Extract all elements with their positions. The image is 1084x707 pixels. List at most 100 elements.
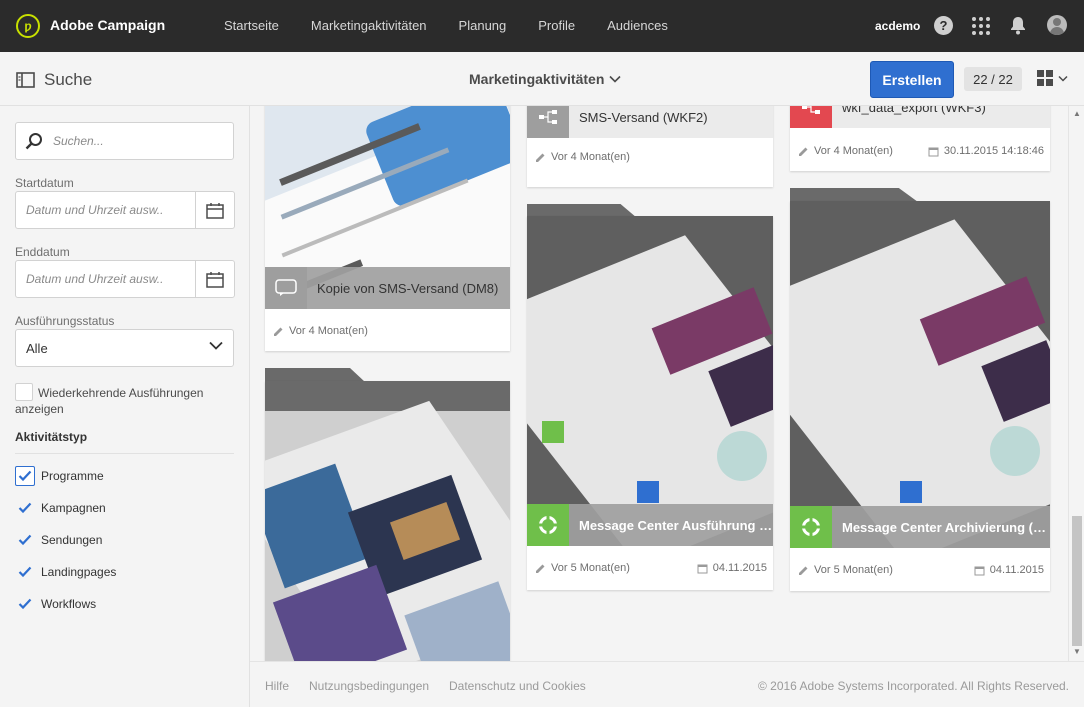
nav-audiences[interactable]: Audiences	[607, 18, 668, 33]
action-bar: Suche Marketingaktivitäten Erstellen 22 …	[0, 52, 1084, 106]
checkmark-icon	[18, 566, 32, 578]
pencil-icon	[799, 147, 808, 156]
notifications-bell-icon[interactable]	[1010, 16, 1026, 40]
activity-card[interactable]: SMS-Versand (WKF2) Vor 4 Monat(en)	[527, 106, 773, 187]
search-panel-toggle[interactable]: Suche	[16, 70, 92, 90]
type-label: Landingpages	[41, 565, 117, 579]
type-filter-sendungen[interactable]: Sendungen	[15, 530, 102, 550]
search-panel-label: Suche	[44, 70, 93, 89]
activity-card[interactable]: Message Center Ausführung (... Vor 5 Mon…	[527, 216, 773, 590]
activity-card[interactable]: wkf_data_export (WKF3) Vor 4 Monat(en) 3…	[790, 106, 1050, 171]
calendar-icon	[697, 564, 708, 573]
nav-startseite[interactable]: Startseite	[224, 18, 279, 33]
card-date: 30.11.2015 14:18:46	[928, 145, 1044, 157]
context-title: Marketingaktivitäten	[469, 71, 605, 87]
card-title: SMS-Versand (WKF2)	[579, 109, 708, 125]
calendar-icon	[206, 202, 224, 219]
help-icon[interactable]: ?	[934, 16, 953, 35]
apps-grid-icon[interactable]	[972, 17, 990, 35]
card-folder-tab	[265, 368, 365, 382]
recurring-checkbox-row[interactable]: Wiederkehrende Ausführungen anzeigen	[15, 383, 235, 417]
adobe-campaign-logo-icon[interactable]: ƿ	[16, 14, 40, 38]
recurring-checkbox[interactable]	[15, 383, 33, 401]
card-title-bar: Kopie von SMS-Versand (DM8)	[265, 267, 510, 309]
card-title-bar: Message Center Archivierung (m...	[790, 506, 1050, 548]
type-filter-landingpages[interactable]: Landingpages	[15, 562, 116, 582]
status-select[interactable]: Alle	[15, 329, 234, 367]
end-date-label: Enddatum	[15, 245, 70, 259]
pencil-icon	[536, 153, 545, 162]
card-modified: Vor 4 Monat(en)	[551, 151, 630, 163]
checkbox-checked[interactable]	[15, 594, 35, 614]
grid-view-icon	[1037, 70, 1053, 86]
scroll-thumb[interactable]	[1072, 516, 1082, 646]
view-switch[interactable]	[1036, 69, 1068, 87]
card-title: wkf_data_export (WKF3)	[842, 106, 986, 115]
content-scrollbar[interactable]: ▲ ▼	[1068, 106, 1084, 661]
checkbox-checked[interactable]	[15, 498, 35, 518]
card-date: 04.11.2015	[697, 562, 767, 574]
type-filter-programme[interactable]: Programme	[15, 466, 104, 486]
context-selector[interactable]: Marketingaktivitäten	[469, 71, 621, 87]
type-filter-kampagnen[interactable]: Kampagnen	[15, 498, 106, 518]
status-label: Ausführungsstatus	[15, 314, 115, 328]
card-meta: Vor 4 Monat(en)	[265, 312, 510, 350]
card-title: Message Center Ausführung (...	[579, 517, 773, 533]
start-date-picker-button[interactable]	[195, 191, 235, 229]
app-title[interactable]: Adobe Campaign	[50, 17, 165, 33]
calendar-icon	[206, 271, 224, 288]
workflow-icon	[790, 106, 832, 128]
footer-link-help[interactable]: Hilfe	[265, 679, 289, 693]
scroll-down-arrow-icon[interactable]: ▼	[1073, 647, 1081, 656]
checkbox-checked[interactable]	[15, 562, 35, 582]
chevron-down-icon	[209, 341, 223, 350]
start-date-input[interactable]: Datum und Uhrzeit ausw..	[15, 191, 196, 229]
footer-link-privacy[interactable]: Datenschutz und Cookies	[449, 679, 586, 693]
activity-card[interactable]: Kopie von SMS-Versand (DM8) Vor 4 Monat(…	[265, 106, 510, 351]
checkmark-icon	[18, 598, 32, 610]
end-date-input[interactable]: Datum und Uhrzeit ausw..	[15, 260, 196, 298]
nav-planung[interactable]: Planung	[459, 18, 507, 33]
nav-profile[interactable]: Profile	[538, 18, 575, 33]
card-modified: Vor 5 Monat(en)	[551, 562, 630, 574]
search-input[interactable]: Suchen...	[15, 122, 234, 160]
footer: Hilfe Nutzungsbedingungen Datenschutz un…	[250, 661, 1084, 707]
checkbox-checked[interactable]	[15, 530, 35, 550]
footer-link-terms[interactable]: Nutzungsbedingungen	[309, 679, 429, 693]
card-meta: Vor 5 Monat(en) 04.11.2015	[790, 551, 1050, 589]
card-thumbnail	[527, 216, 773, 546]
sms-icon	[265, 267, 307, 309]
activity-card[interactable]: Message Center Archivierung (m... Vor 5 …	[790, 201, 1050, 591]
card-modified: Vor 5 Monat(en)	[814, 564, 893, 576]
type-filter-workflows[interactable]: Workflows	[15, 594, 96, 614]
user-avatar[interactable]	[1047, 15, 1067, 35]
pencil-icon	[799, 566, 808, 575]
divider	[15, 453, 234, 454]
result-count-badge: 22 / 22	[964, 67, 1022, 91]
checkmark-icon	[18, 502, 32, 514]
nav-marketingaktivitaeten[interactable]: Marketingaktivitäten	[311, 18, 427, 33]
workflow-icon	[527, 106, 569, 138]
recurring-label: Wiederkehrende Ausführungen anzeigen	[15, 386, 204, 416]
program-icon	[790, 506, 832, 548]
search-icon	[25, 133, 42, 150]
filter-panel: Suchen... Startdatum Datum und Uhrzeit a…	[0, 106, 250, 707]
scroll-up-arrow-icon[interactable]: ▲	[1073, 109, 1081, 118]
checkbox-checked[interactable]	[15, 466, 35, 486]
calendar-icon	[974, 566, 985, 575]
type-label: Programme	[41, 469, 104, 483]
activity-card[interactable]	[265, 381, 510, 661]
end-date-picker-button[interactable]	[195, 260, 235, 298]
card-title-bar: wkf_data_export (WKF3)	[790, 106, 1050, 128]
user-name[interactable]: acdemo	[875, 19, 920, 33]
type-label: Sendungen	[41, 533, 103, 547]
activity-type-title: Aktivitätstyp	[15, 430, 88, 444]
card-modified: Vor 4 Monat(en)	[814, 145, 893, 157]
search-placeholder: Suchen...	[53, 134, 104, 148]
type-label: Kampagnen	[41, 501, 106, 515]
card-thumbnail	[265, 381, 510, 661]
create-button[interactable]: Erstellen	[870, 61, 954, 98]
top-bar: ƿ Adobe Campaign Startseite Marketingakt…	[0, 0, 1084, 52]
card-meta: Vor 5 Monat(en) 04.11.2015	[527, 549, 773, 587]
card-title: Message Center Archivierung (m...	[842, 519, 1050, 535]
